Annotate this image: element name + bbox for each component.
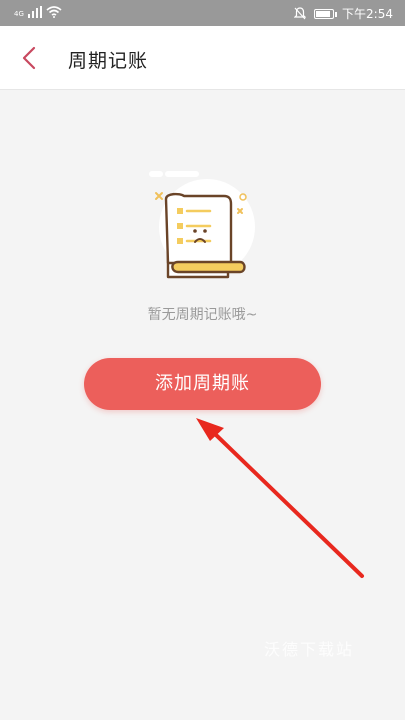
- status-left: 4G: [14, 6, 62, 18]
- signal-icon: [27, 6, 42, 18]
- network-type: 4G: [14, 10, 24, 18]
- page-title: 周期记账: [68, 50, 149, 72]
- battery-level: [316, 10, 331, 17]
- sad-document-icon: [149, 171, 255, 279]
- status-right: 下午2:54: [294, 5, 393, 22]
- bell-muted-icon: [294, 7, 307, 20]
- add-recurring-bill-button[interactable]: 添加周期账: [84, 358, 321, 410]
- header-bar: 周期记账: [0, 26, 405, 90]
- empty-message: 暂无周期记账哦~: [147, 307, 258, 323]
- chevron-left-icon: [22, 46, 36, 70]
- back-button[interactable]: [14, 42, 46, 74]
- status-time: 下午2:54: [342, 7, 393, 21]
- empty-illustration: [140, 162, 270, 292]
- battery-icon: [314, 8, 338, 19]
- status-bar: 4G 下午2:54: [0, 0, 405, 26]
- wifi-icon: [46, 6, 62, 18]
- watermark: 沃德下载站: [264, 640, 355, 659]
